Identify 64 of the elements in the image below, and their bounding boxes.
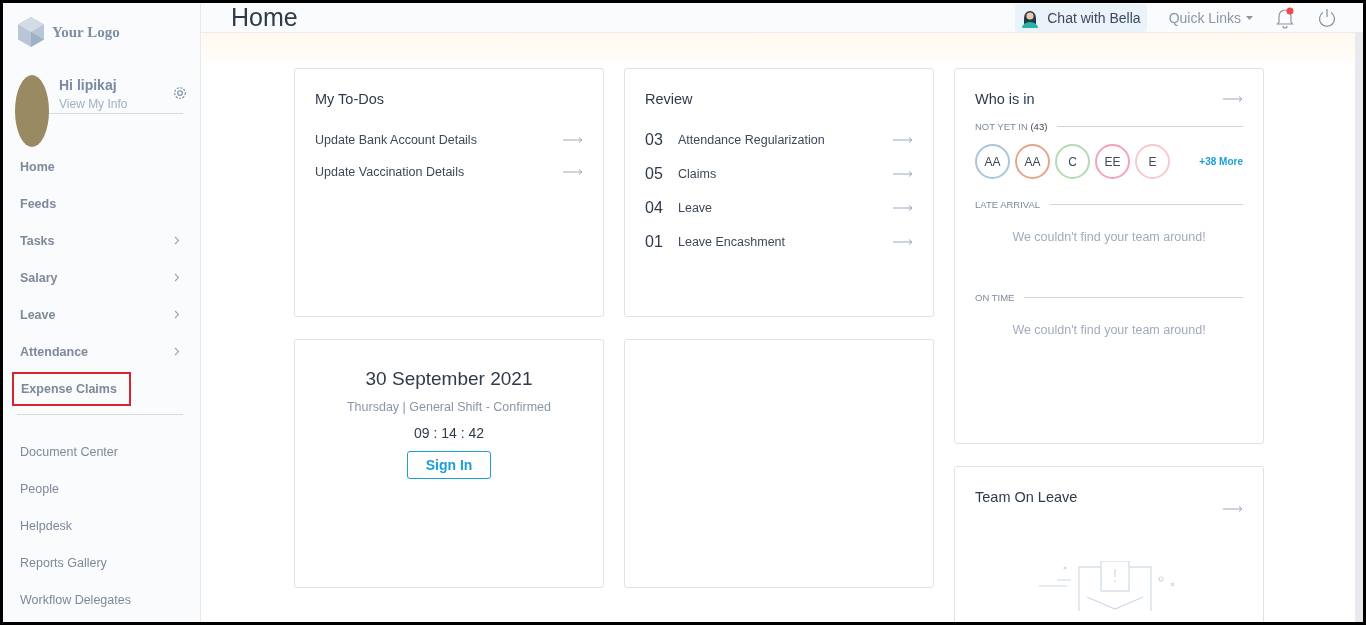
chevron-right-icon — [174, 273, 180, 282]
todo-item[interactable]: Update Bank Account Details — [315, 133, 477, 147]
review-count: 01 — [645, 233, 664, 251]
review-item[interactable]: Leave — [678, 201, 713, 215]
nav-item[interactable]: Leave — [11, 296, 192, 333]
empty-message: We couldn't find your team around! — [1011, 230, 1207, 244]
nav-item[interactable]: Reports Gallery — [11, 544, 192, 581]
arrow-right-icon[interactable] — [893, 239, 913, 245]
review-count: 04 — [645, 199, 664, 217]
more-link[interactable]: +38 More — [1199, 156, 1243, 167]
arrow-right-icon[interactable] — [893, 171, 913, 177]
arrow-right-icon[interactable] — [563, 137, 583, 143]
user-greeting: Hi lipikaj — [59, 77, 118, 93]
nav-item[interactable]: Tasks — [11, 222, 192, 259]
initials-avatar[interactable]: E — [1135, 144, 1170, 179]
card-title: Who is in — [975, 91, 1035, 107]
review-item[interactable]: Attendance Regularization — [678, 133, 825, 147]
date-text: 30 September 2021 — [365, 368, 533, 390]
review-item[interactable]: Leave Encashment — [678, 235, 785, 249]
chat-button[interactable]: Chat with Bella — [1015, 3, 1147, 32]
arrow-right-icon[interactable] — [893, 137, 913, 143]
arrow-right-icon[interactable] — [1223, 506, 1243, 512]
clock-time: 09 : 14 : 42 — [413, 425, 485, 441]
chevron-right-icon — [174, 310, 180, 319]
initials-avatar[interactable]: AA — [975, 144, 1010, 179]
notification-bell-icon[interactable] — [1275, 6, 1295, 29]
arrow-right-icon[interactable] — [1223, 96, 1243, 102]
page-title: Home — [231, 3, 298, 32]
nav-item[interactable]: Helpdesk — [11, 507, 192, 544]
todo-item[interactable]: Update Vaccination Details — [315, 165, 465, 179]
caret-down-icon — [1246, 15, 1253, 20]
arrow-right-icon[interactable] — [563, 169, 583, 175]
card-title: Review — [645, 91, 694, 107]
section-label: NOT YET IN (43) — [975, 121, 1048, 132]
section-label: LATE ARRIVAL — [975, 199, 1041, 210]
card-title: My To-Dos — [315, 91, 386, 107]
arrow-right-icon[interactable] — [893, 205, 913, 211]
nav-item[interactable]: Feeds — [11, 185, 192, 222]
sign-in-button[interactable]: Sign In — [406, 451, 492, 479]
review-count: 05 — [645, 165, 664, 183]
card-title: Team On Leave — [975, 489, 1078, 505]
nav-item[interactable]: Attendance — [11, 333, 192, 370]
review-item[interactable]: Claims — [678, 167, 717, 181]
settings-icon[interactable] — [172, 85, 188, 101]
nav-item[interactable]: People — [11, 470, 192, 507]
chevron-right-icon — [174, 347, 180, 356]
nav-item[interactable]: Workflow Delegates — [11, 581, 192, 618]
power-icon[interactable] — [1317, 7, 1337, 28]
chevron-right-icon — [174, 236, 180, 245]
shift-text: Thursday | General Shift - Confirmed — [347, 400, 551, 414]
initials-avatar[interactable]: AA — [1015, 144, 1050, 179]
logo-text: Your Logo — [52, 23, 120, 41]
review-count: 03 — [645, 131, 664, 149]
nav-item[interactable]: Salary — [11, 259, 192, 296]
hexagon-logo-icon — [15, 16, 47, 48]
nav-item[interactable]: Document Center — [11, 433, 192, 470]
quick-links-dropdown[interactable]: Quick Links — [1168, 9, 1253, 26]
initials-avatar[interactable]: EE — [1095, 144, 1130, 179]
initials-avatar[interactable]: C — [1055, 144, 1090, 179]
view-info-link[interactable]: View My Info — [59, 97, 128, 111]
empty-message: We couldn't find your team around! — [1011, 323, 1207, 337]
nav-item[interactable]: Expense Claims — [12, 372, 131, 406]
nav-item[interactable]: Home — [11, 148, 192, 185]
section-label: ON TIME — [975, 292, 1015, 303]
